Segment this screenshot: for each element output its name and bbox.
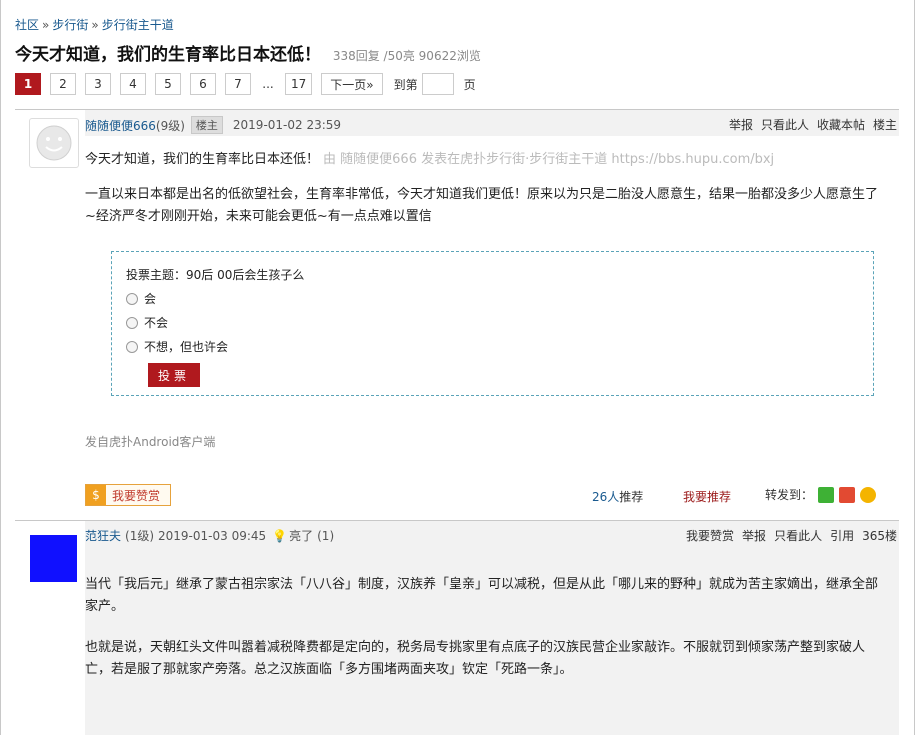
breadcrumb-main-board[interactable]: 步行街主干道 bbox=[102, 18, 174, 32]
post-body: 一直以来日本都是出名的低欲望社会，生育率非常低，今天才知道我们更低！原来以为只是… bbox=[85, 187, 879, 224]
page-4[interactable]: 4 bbox=[120, 73, 146, 95]
breadcrumb-community[interactable]: 社区 bbox=[15, 18, 39, 32]
radio-button[interactable] bbox=[126, 340, 138, 353]
recommend-number: 26人 bbox=[592, 490, 620, 504]
breadcrumb-bxj[interactable]: 步行街 bbox=[52, 18, 88, 32]
breadcrumb-sep: » bbox=[91, 18, 99, 32]
poll-option-label: 不想，但也许会 bbox=[144, 340, 229, 354]
page-last[interactable]: 17 bbox=[285, 73, 313, 95]
breadcrumb-sep: » bbox=[42, 18, 50, 32]
poll-option-label: 不会 bbox=[144, 316, 169, 330]
goto-page-input[interactable] bbox=[421, 73, 454, 95]
tip-label: 我要赞赏 bbox=[112, 488, 161, 503]
page-label: 页 bbox=[463, 77, 476, 92]
post-reply: 范狂夫 (1级) 2019-01-03 09:45 💡 亮了 (1) 我要赞赏举… bbox=[15, 520, 899, 735]
reply-paragraph-2: 也就是说，天朝红头文件叫嚣着减税降费都是定向的，税务局专挑家里有点底子的汉族民营… bbox=[85, 640, 866, 677]
author-name[interactable]: 范狂夫 bbox=[85, 527, 121, 544]
report-link[interactable]: 举报 bbox=[729, 118, 753, 132]
post-author-column bbox=[15, 521, 85, 735]
bookmark-link[interactable]: 收藏本帖 bbox=[817, 118, 865, 132]
default-avatar-icon bbox=[36, 125, 72, 161]
post-actions: 举报 只看此人 收藏本帖 楼主 bbox=[721, 116, 897, 133]
thread-title-row: 今天才知道，我们的生育率比日本还低！ 338回复 /50亮 90622浏览 bbox=[15, 40, 481, 65]
light-label[interactable]: 亮了 bbox=[289, 527, 313, 544]
lightbulb-icon[interactable]: 💡 bbox=[272, 529, 287, 543]
author-name[interactable]: 随随便便666 bbox=[85, 117, 156, 134]
page-ellipsis: ... bbox=[260, 73, 276, 95]
author-line: 范狂夫 (1级) 2019-01-03 09:45 💡 亮了 (1) bbox=[85, 527, 334, 544]
pagination: 1 2 3 4 5 6 7 ... 17 下一页» 到第 页 bbox=[15, 73, 480, 95]
report-link[interactable]: 举报 bbox=[742, 529, 766, 543]
share-label: 转发到： bbox=[765, 488, 814, 502]
only-author-link[interactable]: 只看此人 bbox=[761, 118, 809, 132]
poll-option[interactable]: 不想，但也许会 bbox=[126, 338, 873, 355]
vote-button[interactable]: 投票 bbox=[148, 363, 200, 387]
author-level: (9级) bbox=[155, 118, 185, 133]
post-main: 随随便便666 (9级) 楼主 2019-01-02 23:59 举报 只看此人收… bbox=[15, 109, 899, 518]
page-5[interactable]: 5 bbox=[155, 73, 181, 95]
avatar[interactable] bbox=[30, 535, 77, 582]
next-page-button[interactable]: 下一页» bbox=[321, 73, 383, 95]
quote-link[interactable]: 引用 bbox=[830, 529, 854, 543]
page-7[interactable]: 7 bbox=[225, 73, 251, 95]
post-time: 2019-01-02 23:59 bbox=[232, 118, 342, 132]
author-line: 随随便便666 (9级) 楼主 2019-01-02 23:59 bbox=[85, 116, 341, 134]
post-signature: 由 随随便便666 发表在虎扑步行街·步行街主干道 https://bbs.hu… bbox=[323, 152, 775, 167]
goto-label: 到第 bbox=[393, 77, 418, 92]
post-actions: 我要赞赏 举报 只看此人 引用 365楼 bbox=[678, 527, 897, 544]
floor-label: 365楼 bbox=[862, 529, 897, 543]
recommend-suffix: 推荐 bbox=[619, 490, 644, 504]
light-count: (1) bbox=[317, 528, 335, 543]
post-author-column bbox=[15, 110, 85, 518]
post-time: 2019-01-03 09:45 bbox=[158, 528, 267, 543]
radio-button[interactable] bbox=[126, 292, 138, 305]
thread-title: 今天才知道，我们的生育率比日本还低！ bbox=[15, 45, 321, 65]
qzone-icon[interactable] bbox=[860, 486, 877, 503]
post-first-line: 今天才知道，我们的生育率比日本还低！由 随随便便666 发表在虎扑步行街·步行街… bbox=[85, 149, 774, 171]
poll-box: 投票主题：90后 00后会生孩子么 会 不会 不想，但也许会 投票 bbox=[111, 251, 874, 396]
wechat-icon[interactable] bbox=[818, 486, 835, 503]
author-level: (1级) bbox=[125, 529, 155, 543]
poll-title: 投票主题：90后 00后会生孩子么 bbox=[126, 268, 305, 282]
poll-option[interactable]: 会 bbox=[126, 290, 873, 307]
poll-option-label: 会 bbox=[144, 292, 157, 306]
floor-label: 楼主 bbox=[872, 118, 897, 132]
avatar[interactable] bbox=[29, 118, 79, 168]
reply-paragraph-1: 当代「我后元」继承了蒙古祖宗家法「八八谷」制度，汉族养「皇亲」可以减税，但是从此… bbox=[85, 577, 879, 614]
radio-button[interactable] bbox=[126, 316, 138, 329]
share-bar: 转发到： bbox=[765, 486, 877, 503]
post-headline: 今天才知道，我们的生育率比日本还低！ bbox=[85, 152, 320, 167]
page-3[interactable]: 3 bbox=[85, 73, 111, 95]
only-author-link[interactable]: 只看此人 bbox=[774, 529, 822, 543]
recommend-count: 26人推荐 bbox=[592, 488, 643, 505]
page-1[interactable]: 1 bbox=[15, 73, 41, 95]
tip-button[interactable]: $ 我要赞赏 bbox=[85, 484, 171, 506]
recommend-button[interactable]: 我要推荐 bbox=[683, 488, 731, 505]
breadcrumb: 社区» 步行街» 步行街主干道 bbox=[15, 16, 174, 33]
thread-meta: 338回复 /50亮 90622浏览 bbox=[332, 49, 481, 63]
tip-link[interactable]: 我要赞赏 bbox=[686, 529, 734, 543]
coin-icon: $ bbox=[86, 485, 106, 505]
page-2[interactable]: 2 bbox=[50, 73, 76, 95]
poll-option[interactable]: 不会 bbox=[126, 314, 873, 331]
client-source: 发自虎扑Android客户端 bbox=[85, 435, 216, 449]
weibo-icon[interactable] bbox=[839, 486, 856, 503]
page-6[interactable]: 6 bbox=[190, 73, 216, 95]
host-badge: 楼主 bbox=[190, 116, 223, 134]
